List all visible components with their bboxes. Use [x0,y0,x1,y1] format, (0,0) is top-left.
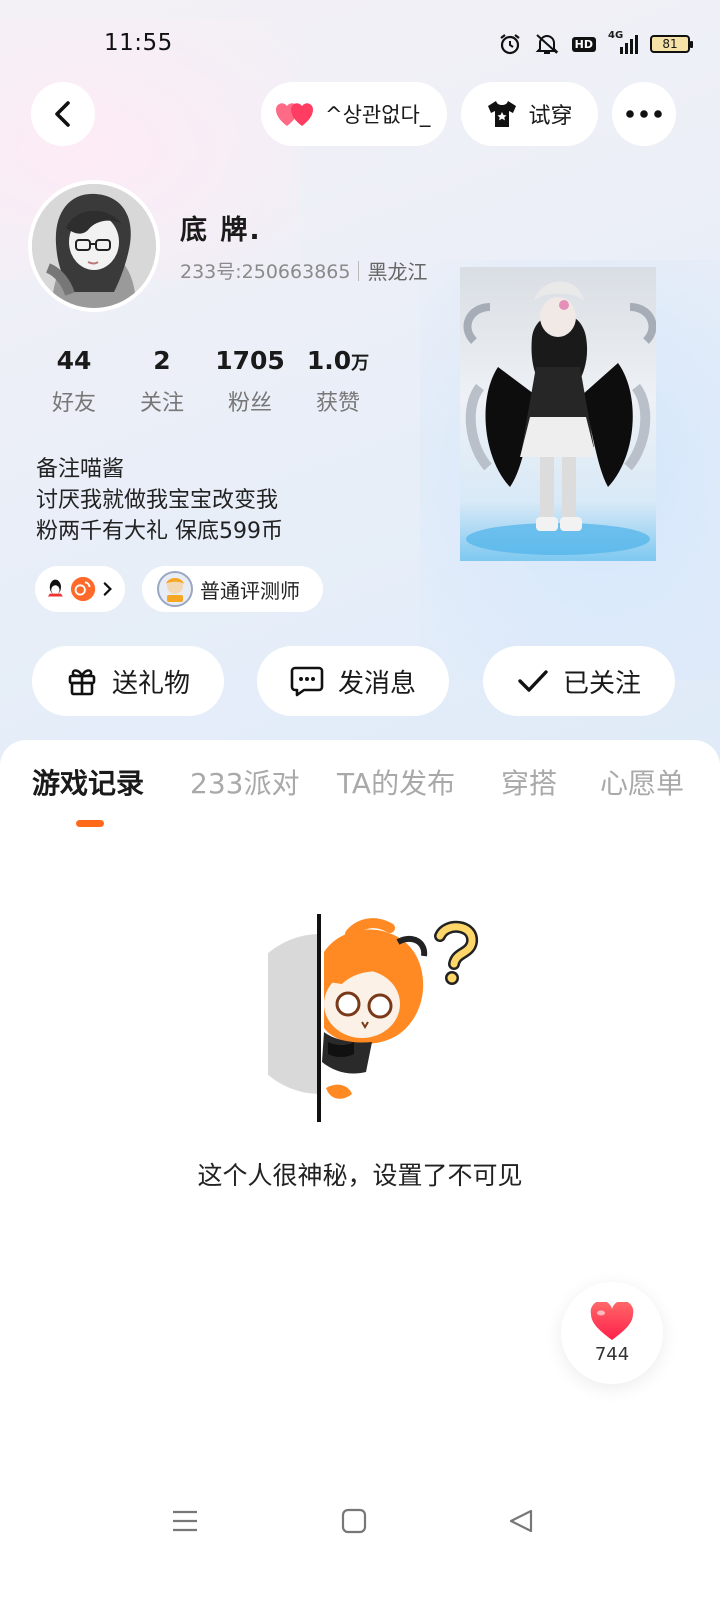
chat-bubble-icon [290,666,324,697]
stat-label: 获赞 [315,391,360,416]
battery-level: 81 [662,37,678,51]
stats-row: 44 好友 2 关注 1705 粉丝 1.0万 获赞 [30,346,382,417]
avatar-outfit-preview[interactable] [460,267,656,561]
tab-posts[interactable]: TA的发布 [337,762,455,802]
status-time: 11:55 [104,30,173,56]
tab-233-party[interactable]: 233派对 [190,762,299,802]
user-id[interactable]: 233号:250663865 [180,257,350,284]
try-on-label: 试穿 [528,104,573,129]
battery-icon: 81 [650,35,693,53]
reviewer-badge-icon [157,571,193,607]
home-icon[interactable] [341,1508,367,1538]
bio-line: 粉两千有大礼 保底599币 [36,519,283,544]
weibo-icon [70,576,95,602]
stat-friends[interactable]: 44 好友 [30,346,118,417]
couple-label: ^상관없다_ [325,103,431,127]
back-button[interactable] [31,82,95,146]
avatar-illustration [32,184,156,308]
reviewer-badge-chip[interactable]: 普通评测师 [142,566,323,612]
back-triangle-icon[interactable] [508,1508,534,1538]
send-message-button[interactable]: 发消息 [257,646,449,716]
user-id-row: 233号:250663865 黑龙江 [180,256,427,285]
hd-icon: HD [571,36,596,52]
status-icons: HD 4G 81 [498,30,693,58]
gift-icon [68,669,96,696]
bio-line: 备注喵酱 [36,457,125,482]
tshirt-icon [488,101,517,127]
tab-outfits[interactable]: 穿搭 [501,762,557,802]
stat-value: 2 [153,346,171,375]
system-navigation-bar [0,1490,720,1560]
double-heart-icon [276,103,313,126]
stat-fans[interactable]: 1705 粉丝 [206,346,294,417]
region: 黑龙江 [367,260,428,284]
try-on-button[interactable]: 试穿 [461,82,598,146]
more-button[interactable] [612,82,676,146]
send-message-label: 发消息 [337,668,416,699]
avatar[interactable] [28,180,160,312]
qq-icon [47,579,63,597]
divider [358,260,360,281]
followed-label: 已关注 [562,668,641,699]
send-gift-label: 送礼物 [111,668,190,699]
checkmark-icon [518,670,548,692]
alarm-icon [499,34,520,55]
empty-state-mascot-illustration [240,912,488,1124]
tab-game-records[interactable]: 游戏记录 [32,762,144,802]
signal-icon: 4G [608,30,638,56]
stat-value: 1.0 [306,346,352,375]
send-gift-button[interactable]: 送礼物 [32,646,224,716]
stat-label: 好友 [51,391,96,416]
bio-line: 讨厌我就做我宝宝改变我 [36,488,279,513]
stat-unit: 万 [351,353,370,374]
followed-button[interactable]: 已关注 [483,646,675,716]
couple-relationship-button[interactable]: ^상관없다_ [261,82,447,146]
stat-following[interactable]: 2 关注 [118,346,206,417]
heart-icon [590,1301,634,1340]
stat-likes[interactable]: 1.0万 获赞 [294,346,382,417]
active-tab-indicator [76,820,104,827]
username: 底 牌. [180,215,262,246]
stat-value: 44 [56,346,92,375]
like-button[interactable]: 744 [561,1282,663,1384]
tab-wishlist[interactable]: 心愿单 [600,762,684,802]
stat-value: 1705 [215,346,285,375]
empty-state-message: 这个人很神秘，设置了不可见 [197,1161,523,1190]
menu-icon[interactable] [172,1508,198,1538]
bio: 备注喵酱 讨厌我就做我宝宝改变我 粉两千有大礼 保底599币 [36,454,283,547]
tab-bar: 游戏记录 233派对 TA的发布 穿搭 心愿单 [0,762,720,812]
like-count: 744 [594,1343,630,1365]
mute-icon [535,34,559,54]
stat-label: 粉丝 [227,391,272,416]
chevron-left-icon [55,101,70,127]
stat-label: 关注 [139,391,184,416]
social-accounts-chip[interactable] [35,566,125,612]
chevron-right-icon [103,582,112,596]
more-dots-icon [626,110,662,118]
badge-label: 普通评测师 [200,578,300,603]
